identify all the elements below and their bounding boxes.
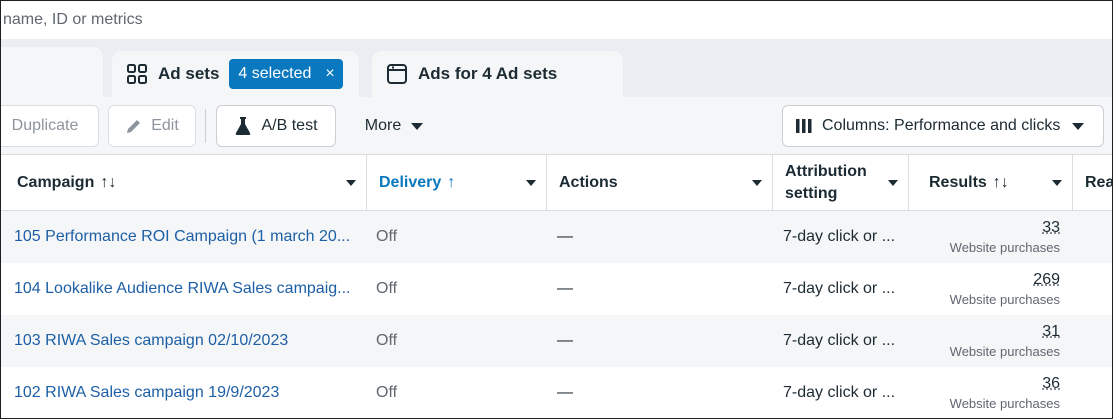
header-attribution-label: Attribution setting (785, 163, 867, 202)
selected-count-badge[interactable]: 4 selected × (229, 59, 343, 89)
header-delivery-label: Delivery (379, 174, 442, 191)
table-row[interactable]: 103 RIWA Sales campaign 02/10/2023 Off —… (1, 315, 1112, 367)
ab-test-label: A/B test (261, 117, 318, 134)
header-actions-label: Actions (559, 174, 618, 191)
attribution-value: 7-day click or ... (783, 280, 896, 297)
table-row[interactable]: 105 Performance ROI Campaign (1 march 20… (1, 211, 1112, 263)
results-cell: 269 Website purchases (909, 263, 1073, 315)
results-cell: 31 Website purchases (909, 315, 1073, 367)
delivery-status: Off (376, 332, 398, 349)
search-input[interactable] (3, 11, 603, 29)
delivery-status: Off (376, 228, 398, 245)
delivery-status: Off (376, 384, 398, 401)
sort-ascending-icon[interactable]: ↑ (447, 174, 455, 192)
ab-test-button[interactable]: A/B test (216, 105, 336, 147)
columns-dropdown[interactable]: Columns: Performance and clicks (782, 105, 1104, 147)
header-actions[interactable]: Actions (547, 155, 773, 211)
header-delivery[interactable]: Delivery ↑ (367, 155, 547, 211)
pencil-icon (125, 117, 143, 135)
header-reach[interactable]: Rea (1073, 155, 1113, 211)
tab-ads-label: Ads for 4 Ad sets (418, 64, 558, 83)
campaign-name-link[interactable]: 105 Performance ROI Campaign (1 march 20… (1, 211, 367, 263)
close-icon[interactable]: × (325, 65, 334, 83)
results-value[interactable]: 36 (1042, 375, 1060, 393)
table-row[interactable]: 104 Lookalike Audience RIWA Sales campai… (1, 263, 1112, 315)
header-results-label: Results (929, 174, 987, 191)
actions-value: — (557, 332, 573, 349)
campaign-name-link[interactable]: 103 RIWA Sales campaign 02/10/2023 (1, 315, 367, 367)
edit-label: Edit (151, 117, 179, 134)
flask-icon (234, 116, 252, 136)
ad-sets-table: Campaign ↑↓ Delivery ↑ Actions Attributi… (1, 155, 1112, 418)
results-type: Website purchases (949, 292, 1060, 307)
sort-icon[interactable]: ↑↓ (993, 174, 1009, 192)
level-tabs: Ad sets 4 selected × Ads for 4 Ad sets (1, 39, 1112, 97)
header-reach-label: Rea (1085, 174, 1113, 191)
results-value[interactable]: 269 (1033, 271, 1060, 289)
attribution-value: 7-day click or ... (783, 384, 896, 401)
tab-campaigns[interactable] (1, 47, 103, 97)
toolbar-divider (205, 109, 206, 143)
results-type: Website purchases (949, 240, 1060, 255)
attribution-value: 7-day click or ... (783, 228, 896, 245)
grid-icon (126, 63, 148, 85)
campaign-name-link[interactable]: 104 Lookalike Audience RIWA Sales campai… (1, 263, 367, 315)
header-attribution[interactable]: Attribution setting (773, 155, 909, 211)
selected-count-label: 4 selected (238, 65, 312, 82)
results-cell: 33 Website purchases (909, 211, 1073, 263)
columns-label: Columns: Performance and clicks (822, 117, 1061, 134)
columns-icon (795, 118, 813, 134)
more-label: More (364, 117, 402, 134)
ads-manager-frame: Ad sets 4 selected × Ads for 4 Ad sets D… (0, 0, 1113, 419)
results-type: Website purchases (949, 396, 1060, 411)
caret-down-icon[interactable] (752, 180, 762, 186)
tab-ad-sets[interactable]: Ad sets 4 selected × (112, 51, 359, 97)
header-results[interactable]: Results ↑↓ (909, 155, 1073, 211)
tab-ad-sets-label: Ad sets (158, 64, 220, 83)
caret-down-icon (1072, 122, 1085, 130)
actions-value: — (557, 384, 573, 401)
attribution-value: 7-day click or ... (783, 332, 896, 349)
actions-value: — (557, 228, 573, 245)
search-bar (1, 1, 1112, 39)
table-header: Campaign ↑↓ Delivery ↑ Actions Attributi… (1, 155, 1112, 211)
campaign-name-link[interactable]: 102 RIWA Sales campaign 19/9/2023 (1, 367, 367, 418)
caret-down-icon[interactable] (888, 180, 898, 186)
results-cell: 36 Website purchases (909, 367, 1073, 418)
header-campaign[interactable]: Campaign ↑↓ (1, 155, 367, 211)
duplicate-label: Duplicate (11, 117, 79, 134)
toolbar: Duplicate Edit A/B test More Columns: Pe… (1, 97, 1112, 155)
results-value[interactable]: 31 (1042, 323, 1060, 341)
ad-window-icon (386, 63, 408, 85)
tab-ads[interactable]: Ads for 4 Ad sets (372, 51, 623, 97)
actions-value: — (557, 280, 573, 297)
duplicate-button[interactable]: Duplicate (1, 105, 99, 147)
table-row[interactable]: 102 RIWA Sales campaign 19/9/2023 Off — … (1, 367, 1112, 418)
more-button[interactable]: More (349, 105, 439, 147)
results-value[interactable]: 33 (1042, 219, 1060, 237)
delivery-status: Off (376, 280, 398, 297)
header-campaign-label: Campaign (17, 174, 95, 191)
results-type: Website purchases (949, 344, 1060, 359)
caret-down-icon[interactable] (1052, 180, 1062, 186)
caret-down-icon[interactable] (526, 180, 536, 186)
caret-down-icon (411, 122, 424, 130)
sort-icon[interactable]: ↑↓ (100, 174, 116, 192)
caret-down-icon[interactable] (346, 180, 356, 186)
edit-button[interactable]: Edit (108, 105, 196, 147)
